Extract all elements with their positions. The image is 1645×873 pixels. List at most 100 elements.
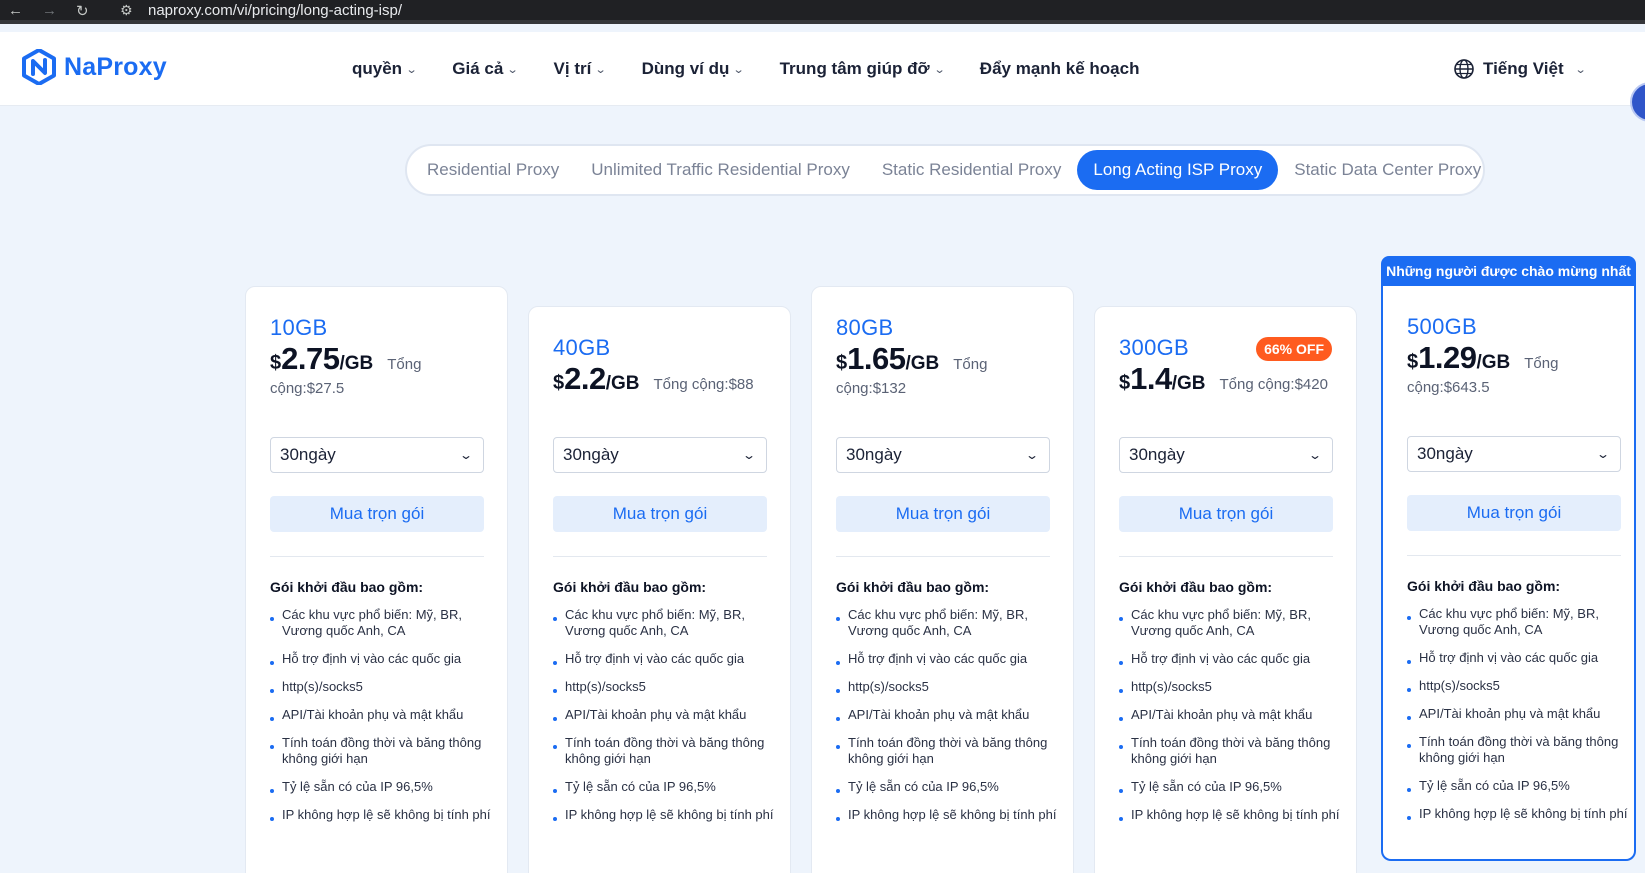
duration-select[interactable]: 30ngày ⌄ <box>1119 437 1333 473</box>
nav-item[interactable]: Trung tâm giúp đỡ ⌄ <box>780 59 946 79</box>
feature-text: Hỗ trợ định vị vào các quốc gia <box>1131 651 1311 666</box>
buy-package-button[interactable]: Mua trọn gói <box>836 496 1050 532</box>
back-icon[interactable]: ← <box>8 2 23 19</box>
bullet-icon <box>553 617 557 621</box>
bullet-icon <box>836 717 840 721</box>
feature-text: Các khu vực phổ biến: Mỹ, BR, Vương quốc… <box>848 607 1028 638</box>
feature-item: Các khu vực phổ biến: Mỹ, BR, Vương quốc… <box>1407 606 1633 638</box>
product-tab[interactable]: Static Residential Proxy <box>866 150 1078 190</box>
feature-text: http(s)/socks5 <box>848 679 929 694</box>
feature-text: IP không hợp lệ sẽ không bị tính phí <box>565 807 774 822</box>
avatar[interactable] <box>1630 82 1645 122</box>
feature-text: Tỷ lệ sẵn có của IP 96,5% <box>1131 779 1282 794</box>
pricing-card: 40GB $2.2/GB Tổng cộng:$88 30ngày ⌄ Mua trọn … <box>528 306 791 873</box>
pricing-card: 500GB $1.29/GB Tổng cộng:$643.5 30ngày ⌄ Mua … <box>1381 286 1636 861</box>
price-row: $2.75/GB Tổng cộng:$27.5 <box>270 343 494 401</box>
nav-item[interactable]: Dùng ví dụ ⌄ <box>641 59 745 79</box>
includes-title: Gói khởi đầu bao gồm: <box>553 579 707 595</box>
bullet-icon <box>1407 660 1411 664</box>
feature-text: API/Tài khoản phụ và mật khẩu <box>848 707 1030 722</box>
price-currency: $ <box>1119 372 1131 394</box>
feature-text: API/Tài khoản phụ và mật khẩu <box>565 707 747 722</box>
address-bar[interactable]: naproxy.com/vi/pricing/long-acting-isp/ <box>148 2 402 19</box>
nav-item-label: Đẩy mạnh kế hoạch <box>979 59 1140 78</box>
nav-item-label: Vị trí <box>553 59 592 78</box>
chevron-down-icon: ⌄ <box>458 448 474 462</box>
divider <box>553 556 767 557</box>
buy-package-button[interactable]: Mua trọn gói <box>1119 496 1333 532</box>
bullet-icon <box>1119 789 1123 793</box>
nav-item[interactable]: Đẩy mạnh kế hoạch <box>980 59 1140 79</box>
feature-item: Tính toán đồng thời và băng thông không … <box>836 735 1062 767</box>
reload-icon[interactable]: ↻ <box>76 2 89 20</box>
duration-value: 30ngày <box>1417 444 1473 463</box>
feature-text: Hỗ trợ định vị vào các quốc gia <box>565 651 745 666</box>
plan-size: 500GB <box>1407 314 1477 339</box>
brand-name: NaProxy <box>64 52 167 81</box>
duration-select[interactable]: 30ngày ⌄ <box>270 437 484 473</box>
nav-item[interactable]: Vị trí ⌄ <box>553 59 607 79</box>
nav-item[interactable]: Giá cả ⌄ <box>452 59 519 79</box>
feature-text: IP không hợp lệ sẽ không bị tính phí <box>848 807 1057 822</box>
buy-package-button[interactable]: Mua trọn gói <box>270 496 484 532</box>
feature-item: API/Tài khoản phụ và mật khẩu <box>1407 706 1633 722</box>
feature-text: Tỷ lệ sẵn có của IP 96,5% <box>282 779 433 794</box>
buy-package-button[interactable]: Mua trọn gói <box>1407 495 1621 531</box>
feature-text: IP không hợp lệ sẽ không bị tính phí <box>1419 806 1628 821</box>
chevron-down-icon: ⌄ <box>933 63 946 76</box>
bullet-icon <box>553 817 557 821</box>
feature-text: IP không hợp lệ sẽ không bị tính phí <box>282 807 491 822</box>
feature-item: Các khu vực phổ biến: Mỹ, BR, Vương quốc… <box>836 607 1062 639</box>
nav-item[interactable]: quyền ⌄ <box>352 59 418 79</box>
site-header: NaProxy quyền ⌄ Giá cả ⌄ Vị trí ⌄ Dùng ví dụ ⌄ T… <box>0 32 1645 122</box>
feature-text: API/Tài khoản phụ và mật khẩu <box>1131 707 1313 722</box>
brand-logo[interactable]: NaProxy <box>22 49 167 85</box>
price-amount: 2.75 <box>281 341 340 376</box>
product-tab[interactable]: Unlimited Traffic Residential Proxy <box>575 150 866 190</box>
feature-item: Các khu vực phổ biến: Mỹ, BR, Vương quốc… <box>270 607 496 639</box>
feature-item: http(s)/socks5 <box>1407 678 1633 694</box>
feature-item: Tỷ lệ sẵn có của IP 96,5% <box>836 779 1062 795</box>
language-selector[interactable]: Tiếng Việt ⌄ <box>1453 58 1586 80</box>
bullet-icon <box>1407 688 1411 692</box>
price-row: $1.29/GB Tổng cộng:$643.5 <box>1407 342 1631 400</box>
nav-item-label: Dùng ví dụ <box>641 59 730 78</box>
feature-list: Các khu vực phổ biến: Mỹ, BR, Vương quốc… <box>270 607 496 835</box>
price-row: $2.2/GB Tổng cộng:$88 <box>553 363 777 397</box>
duration-select[interactable]: 30ngày ⌄ <box>1407 436 1621 472</box>
feature-item: IP không hợp lệ sẽ không bị tính phí <box>836 807 1062 823</box>
feature-item: http(s)/socks5 <box>553 679 779 695</box>
feature-text: Tỷ lệ sẵn có của IP 96,5% <box>565 779 716 794</box>
feature-text: http(s)/socks5 <box>1131 679 1212 694</box>
feature-item: API/Tài khoản phụ và mật khẩu <box>553 707 779 723</box>
plan-size: 80GB <box>836 315 894 340</box>
product-tab[interactable]: Long Acting ISP Proxy <box>1077 150 1279 190</box>
product-tab[interactable]: Static Data Center Proxy <box>1278 150 1497 190</box>
feature-text: Hỗ trợ định vị vào các quốc gia <box>1419 650 1599 665</box>
site-info-icon[interactable]: ⚙ <box>120 2 133 19</box>
bullet-icon <box>1407 716 1411 720</box>
bullet-icon <box>1119 617 1123 621</box>
bullet-icon <box>1407 616 1411 620</box>
feature-item: Hỗ trợ định vị vào các quốc gia <box>270 651 496 667</box>
naproxy-logo-icon <box>22 49 56 85</box>
feature-item: IP không hợp lệ sẽ không bị tính phí <box>270 807 496 823</box>
pricing-card: 80GB $1.65/GB Tổng cộng:$132 30ngày ⌄ Mua trọ… <box>811 286 1074 873</box>
duration-select[interactable]: 30ngày ⌄ <box>836 437 1050 473</box>
duration-value: 30ngày <box>563 445 619 464</box>
price-total: Tổng cộng:$88 <box>653 376 754 393</box>
buy-package-button[interactable]: Mua trọn gói <box>553 496 767 532</box>
chevron-down-icon: ⌄ <box>405 63 418 76</box>
product-tab[interactable]: Residential Proxy <box>411 150 575 190</box>
bullet-icon <box>270 745 274 749</box>
bullet-icon <box>553 661 557 665</box>
duration-value: 30ngày <box>846 445 902 464</box>
chevron-down-icon: ⌄ <box>1595 447 1611 461</box>
forward-icon[interactable]: → <box>42 2 57 19</box>
bullet-icon <box>270 817 274 821</box>
divider <box>1119 556 1333 557</box>
price-unit: /GB <box>1171 373 1206 394</box>
bullet-icon <box>1119 661 1123 665</box>
divider <box>1407 555 1621 556</box>
duration-select[interactable]: 30ngày ⌄ <box>553 437 767 473</box>
